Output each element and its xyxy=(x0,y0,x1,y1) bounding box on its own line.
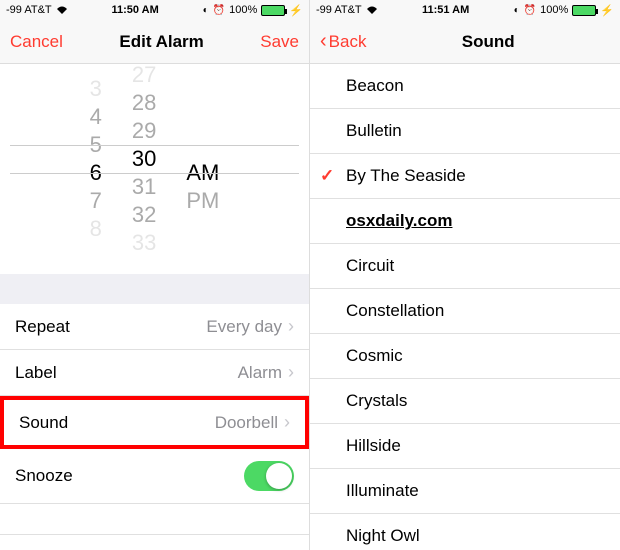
battery-pct: 100% xyxy=(540,4,568,16)
save-button[interactable]: Save xyxy=(260,32,299,52)
ampm-wheel[interactable]: AM PM xyxy=(171,75,234,243)
sound-option[interactable]: Night Owl xyxy=(310,514,620,550)
status-time: 11:51 AM xyxy=(422,4,469,16)
minute-wheel[interactable]: 27 28 29 30 31 32 33 xyxy=(117,61,171,257)
alarm-settings-group: Repeat Every day › Label Alarm › Sound D… xyxy=(0,304,309,504)
sound-option-label: Night Owl xyxy=(346,526,420,546)
orientation-lock-icon xyxy=(514,4,520,16)
snooze-toggle[interactable] xyxy=(244,461,294,491)
chevron-left-icon: ‹ xyxy=(320,30,327,53)
battery-icon xyxy=(261,5,285,16)
sound-option[interactable]: Crystals xyxy=(310,379,620,424)
back-label: Back xyxy=(329,32,367,52)
charging-icon: ⚡ xyxy=(600,4,614,17)
chevron-right-icon: › xyxy=(288,316,294,337)
sound-option-label: Bulletin xyxy=(346,121,402,141)
checkmark-icon: ✓ xyxy=(320,166,334,186)
sound-value: Doorbell xyxy=(215,413,278,433)
edit-alarm-screen: -99 AT&T 11:50 AM 100% ⚡ Cancel Edit Ala… xyxy=(0,0,310,550)
nav-bar: Cancel Edit Alarm Save xyxy=(0,20,309,64)
delete-alarm-button[interactable]: Delete Alarm xyxy=(0,534,309,550)
repeat-label: Repeat xyxy=(15,317,70,337)
battery-icon xyxy=(572,5,596,16)
sound-option[interactable]: Circuit xyxy=(310,244,620,289)
sound-option[interactable]: ✓ By The Seaside xyxy=(310,154,620,199)
nav-bar: ‹ Back Sound xyxy=(310,20,620,64)
wifi-icon xyxy=(56,5,68,15)
sound-option-label: osxdaily.com xyxy=(346,211,452,231)
cancel-button[interactable]: Cancel xyxy=(10,32,63,52)
orientation-lock-icon xyxy=(203,4,209,16)
sound-picker-screen: -99 AT&T 11:51 AM 100% ⚡ ‹ Back Sound Be… xyxy=(310,0,620,550)
sound-option-label: Hillside xyxy=(346,436,401,456)
carrier-text: -99 AT&T xyxy=(6,4,52,16)
wifi-icon xyxy=(366,5,378,15)
battery-pct: 100% xyxy=(229,4,257,16)
sound-option-label: Constellation xyxy=(346,301,444,321)
repeat-row[interactable]: Repeat Every day › xyxy=(0,304,309,350)
sound-option-label: Beacon xyxy=(346,76,404,96)
time-picker[interactable]: 3 4 5 6 7 8 27 28 29 30 31 32 33 AM PM xyxy=(0,64,309,254)
carrier-text: -99 AT&T xyxy=(316,4,362,16)
chevron-right-icon: › xyxy=(284,412,290,433)
alarm-icon xyxy=(213,4,225,16)
sound-option[interactable]: osxdaily.com xyxy=(310,199,620,244)
sound-label: Sound xyxy=(19,413,68,433)
back-button[interactable]: ‹ Back xyxy=(320,30,366,53)
sound-option[interactable]: Cosmic xyxy=(310,334,620,379)
sound-option[interactable]: Hillside xyxy=(310,424,620,469)
snooze-row: Snooze xyxy=(0,449,309,504)
status-time: 11:50 AM xyxy=(112,4,159,16)
status-bar: -99 AT&T 11:51 AM 100% ⚡ xyxy=(310,0,620,20)
label-value: Alarm xyxy=(238,363,282,383)
sound-option[interactable]: Constellation xyxy=(310,289,620,334)
alarm-icon xyxy=(524,4,536,16)
charging-icon: ⚡ xyxy=(289,4,303,17)
sound-option-label: Crystals xyxy=(346,391,407,411)
hour-wheel[interactable]: 3 4 5 6 7 8 xyxy=(75,75,117,243)
label-label: Label xyxy=(15,363,57,383)
chevron-right-icon: › xyxy=(288,362,294,383)
sound-option-label: Cosmic xyxy=(346,346,403,366)
status-bar: -99 AT&T 11:50 AM 100% ⚡ xyxy=(0,0,309,20)
sound-option[interactable]: Bulletin xyxy=(310,109,620,154)
repeat-value: Every day xyxy=(206,317,282,337)
sound-option[interactable]: Illuminate xyxy=(310,469,620,514)
section-spacer xyxy=(0,274,309,304)
snooze-label: Snooze xyxy=(15,466,73,486)
sound-row[interactable]: Sound Doorbell › xyxy=(0,396,309,449)
sound-option-label: Illuminate xyxy=(346,481,419,501)
nav-title: Sound xyxy=(462,32,515,52)
label-row[interactable]: Label Alarm › xyxy=(0,350,309,396)
nav-title: Edit Alarm xyxy=(119,32,203,52)
sound-option-label: Circuit xyxy=(346,256,394,276)
sound-list: Beacon Bulletin ✓ By The Seaside osxdaily.co… xyxy=(310,64,620,550)
sound-option[interactable]: Beacon xyxy=(310,64,620,109)
sound-option-label: By The Seaside xyxy=(346,166,466,186)
